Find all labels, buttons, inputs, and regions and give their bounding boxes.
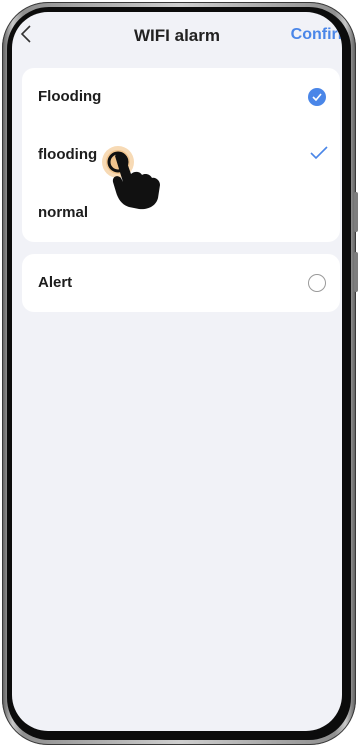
option-label: Flooding (38, 88, 102, 105)
option-row-normal[interactable]: normal (22, 184, 340, 242)
option-row-alert[interactable]: Alert (22, 254, 340, 312)
power-button (354, 252, 358, 292)
option-row-flooding-lower[interactable]: flooding (22, 126, 340, 184)
option-label: flooding (38, 146, 98, 163)
confirm-button[interactable]: Confirm (291, 26, 342, 44)
alert-card: Alert (22, 254, 340, 312)
app-screen: WIFI alarm Confirm Flooding flooding nor… (12, 12, 342, 731)
option-label: normal (38, 204, 89, 221)
check-icon (310, 146, 328, 165)
options-card: Flooding flooding normal (22, 68, 340, 242)
navigation-bar: WIFI alarm Confirm (12, 12, 342, 60)
tap-hand-icon (98, 140, 166, 217)
check-circle-icon (308, 88, 326, 106)
radio-empty-icon[interactable] (308, 274, 326, 292)
volume-button (354, 192, 358, 232)
option-label: Alert (38, 274, 73, 291)
option-row-flooding-upper[interactable]: Flooding (22, 68, 340, 126)
